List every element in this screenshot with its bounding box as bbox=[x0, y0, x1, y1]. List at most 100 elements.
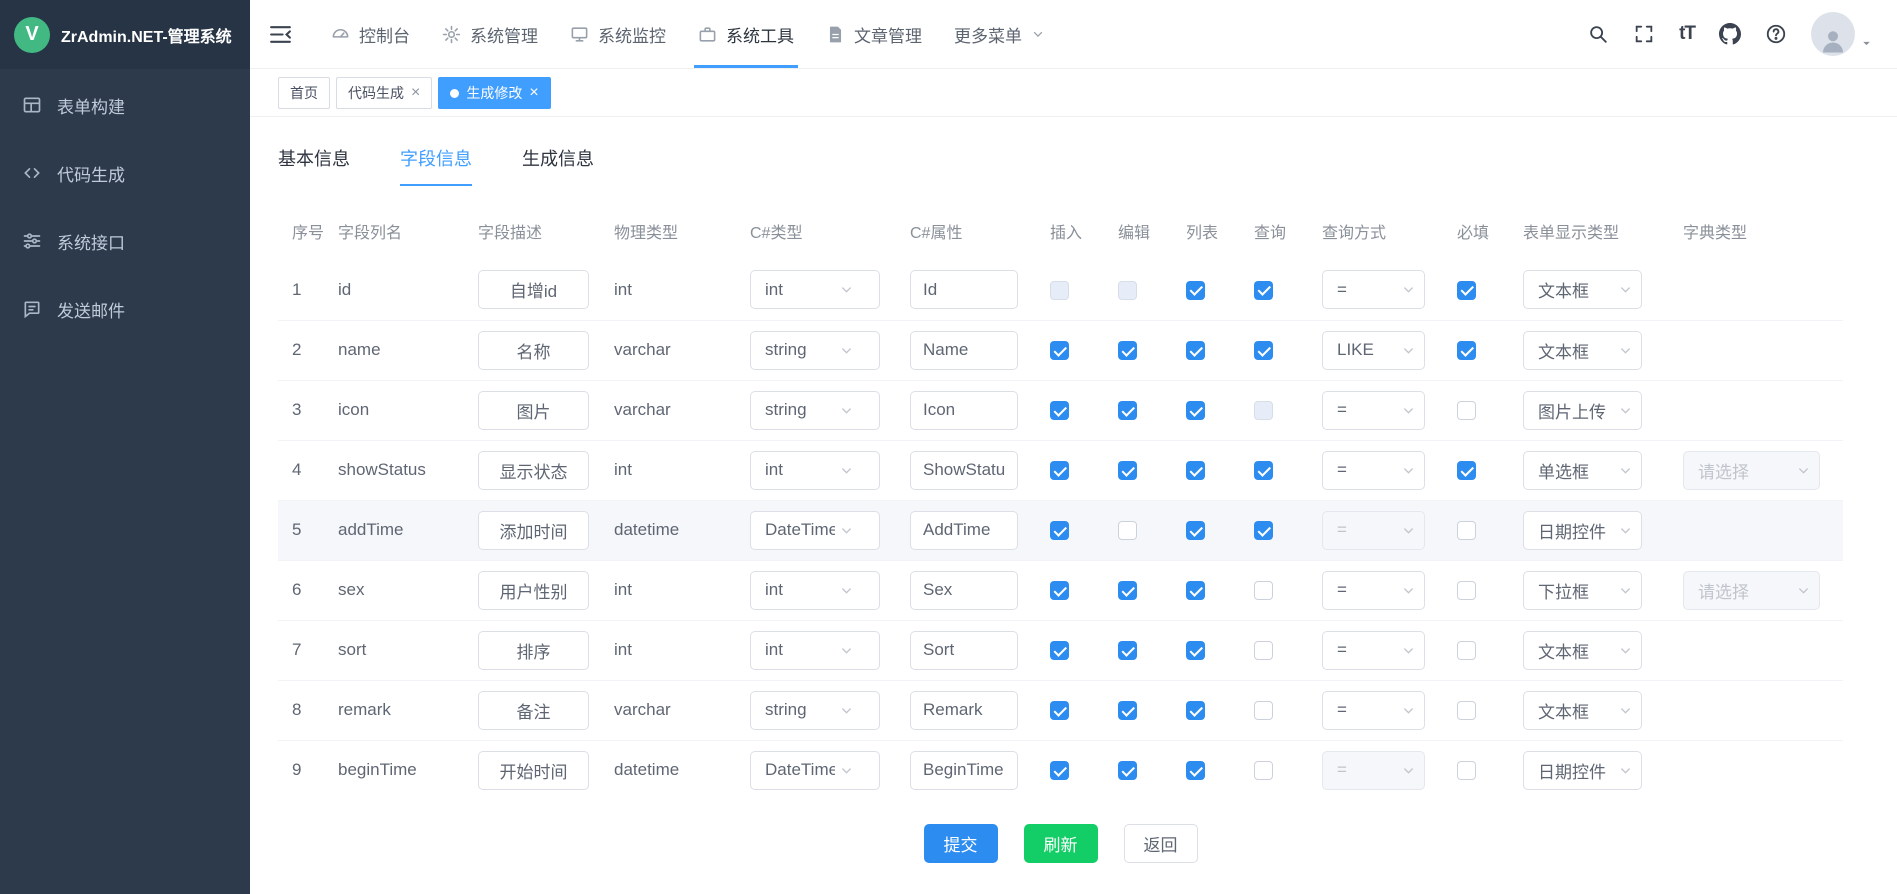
required-checkbox[interactable] bbox=[1457, 461, 1476, 480]
tab-generate-info[interactable]: 生成信息 bbox=[522, 145, 594, 186]
csharp-property-input[interactable] bbox=[910, 331, 1018, 370]
csharp-type-select[interactable]: int bbox=[750, 571, 880, 610]
column-description-input[interactable] bbox=[478, 571, 589, 610]
required-checkbox[interactable] bbox=[1457, 641, 1476, 660]
list-checkbox[interactable] bbox=[1186, 401, 1205, 420]
column-description-input[interactable] bbox=[478, 751, 589, 790]
sidebar-item-system-api[interactable]: 系统接口 bbox=[0, 207, 250, 275]
csharp-property-input[interactable] bbox=[910, 391, 1018, 430]
insert-checkbox[interactable] bbox=[1050, 341, 1069, 360]
list-checkbox[interactable] bbox=[1186, 701, 1205, 720]
query-method-select[interactable]: = bbox=[1322, 270, 1425, 309]
csharp-type-select[interactable]: string bbox=[750, 391, 880, 430]
csharp-property-input[interactable] bbox=[910, 691, 1018, 730]
edit-checkbox[interactable] bbox=[1118, 401, 1137, 420]
topnav-item-system-tools[interactable]: 系统工具 bbox=[682, 0, 810, 68]
required-checkbox[interactable] bbox=[1457, 401, 1476, 420]
query-checkbox[interactable] bbox=[1254, 641, 1273, 660]
edit-checkbox[interactable] bbox=[1118, 761, 1137, 780]
topnav-item-system-monitor[interactable]: 系统监控 bbox=[554, 0, 682, 68]
display-type-select[interactable]: 单选框 bbox=[1523, 451, 1642, 490]
csharp-type-select[interactable]: string bbox=[750, 331, 880, 370]
query-checkbox[interactable] bbox=[1254, 341, 1273, 360]
insert-checkbox[interactable] bbox=[1050, 401, 1069, 420]
query-checkbox[interactable] bbox=[1254, 701, 1273, 720]
query-method-select[interactable]: LIKE bbox=[1322, 331, 1425, 370]
column-description-input[interactable] bbox=[478, 451, 589, 490]
edit-checkbox[interactable] bbox=[1118, 521, 1137, 540]
list-checkbox[interactable] bbox=[1186, 761, 1205, 780]
font-size-icon[interactable]: tT bbox=[1679, 23, 1695, 45]
edit-checkbox[interactable] bbox=[1118, 701, 1137, 720]
edit-checkbox[interactable] bbox=[1118, 341, 1137, 360]
required-checkbox[interactable] bbox=[1457, 521, 1476, 540]
tab-basic-info[interactable]: 基本信息 bbox=[278, 145, 350, 186]
required-checkbox[interactable] bbox=[1457, 581, 1476, 600]
csharp-property-input[interactable] bbox=[910, 631, 1018, 670]
csharp-type-select[interactable]: DateTime bbox=[750, 751, 880, 790]
tag-code-generation[interactable]: 代码生成× bbox=[336, 77, 432, 109]
edit-checkbox[interactable] bbox=[1118, 641, 1137, 660]
fullscreen-icon[interactable] bbox=[1633, 23, 1655, 45]
topnav-item-dashboard[interactable]: 控制台 bbox=[315, 0, 426, 68]
column-description-input[interactable] bbox=[478, 691, 589, 730]
required-checkbox[interactable] bbox=[1457, 281, 1476, 300]
back-button[interactable]: 返回 bbox=[1124, 824, 1198, 863]
list-checkbox[interactable] bbox=[1186, 281, 1205, 300]
csharp-property-input[interactable] bbox=[910, 571, 1018, 610]
sidebar-item-send-mail[interactable]: 发送邮件 bbox=[0, 275, 250, 343]
csharp-property-input[interactable] bbox=[910, 511, 1018, 550]
topnav-item-more-menu[interactable]: 更多菜单 bbox=[938, 0, 1061, 68]
search-icon[interactable] bbox=[1587, 23, 1609, 45]
column-description-input[interactable] bbox=[478, 270, 589, 309]
insert-checkbox[interactable] bbox=[1050, 521, 1069, 540]
required-checkbox[interactable] bbox=[1457, 761, 1476, 780]
csharp-type-select[interactable]: int bbox=[750, 270, 880, 309]
csharp-property-input[interactable] bbox=[910, 451, 1018, 490]
tag-generation-edit[interactable]: 生成修改× bbox=[438, 77, 550, 109]
query-method-select[interactable]: = bbox=[1322, 391, 1425, 430]
query-method-select[interactable]: = bbox=[1322, 451, 1425, 490]
display-type-select[interactable]: 日期控件 bbox=[1523, 751, 1642, 790]
column-description-input[interactable] bbox=[478, 331, 589, 370]
display-type-select[interactable]: 日期控件 bbox=[1523, 511, 1642, 550]
list-checkbox[interactable] bbox=[1186, 521, 1205, 540]
github-icon[interactable] bbox=[1719, 23, 1741, 45]
csharp-type-select[interactable]: DateTime bbox=[750, 511, 880, 550]
query-method-select[interactable]: = bbox=[1322, 571, 1425, 610]
csharp-type-select[interactable]: int bbox=[750, 451, 880, 490]
display-type-select[interactable]: 文本框 bbox=[1523, 331, 1642, 370]
list-checkbox[interactable] bbox=[1186, 581, 1205, 600]
required-checkbox[interactable] bbox=[1457, 701, 1476, 720]
insert-checkbox[interactable] bbox=[1050, 581, 1069, 600]
close-tag-icon[interactable]: × bbox=[411, 85, 420, 101]
sidebar-item-code-generator[interactable]: 代码生成 bbox=[0, 139, 250, 207]
display-type-select[interactable]: 文本框 bbox=[1523, 631, 1642, 670]
close-tag-icon[interactable]: × bbox=[529, 85, 538, 101]
refresh-button[interactable]: 刷新 bbox=[1024, 824, 1098, 863]
csharp-type-select[interactable]: string bbox=[750, 691, 880, 730]
query-checkbox[interactable] bbox=[1254, 281, 1273, 300]
display-type-select[interactable]: 下拉框 bbox=[1523, 571, 1642, 610]
list-checkbox[interactable] bbox=[1186, 641, 1205, 660]
edit-checkbox[interactable] bbox=[1118, 461, 1137, 480]
query-checkbox[interactable] bbox=[1254, 761, 1273, 780]
display-type-select[interactable]: 文本框 bbox=[1523, 270, 1642, 309]
tag-home[interactable]: 首页 bbox=[278, 77, 330, 109]
csharp-type-select[interactable]: int bbox=[750, 631, 880, 670]
query-checkbox[interactable] bbox=[1254, 521, 1273, 540]
tab-field-info[interactable]: 字段信息 bbox=[400, 145, 472, 186]
display-type-select[interactable]: 图片上传 bbox=[1523, 391, 1642, 430]
csharp-property-input[interactable] bbox=[910, 270, 1018, 309]
topnav-item-system-manage[interactable]: 系统管理 bbox=[426, 0, 554, 68]
insert-checkbox[interactable] bbox=[1050, 461, 1069, 480]
edit-checkbox[interactable] bbox=[1118, 581, 1137, 600]
submit-button[interactable]: 提交 bbox=[924, 824, 998, 863]
query-checkbox[interactable] bbox=[1254, 581, 1273, 600]
topnav-item-article-manage[interactable]: 文章管理 bbox=[810, 0, 938, 68]
insert-checkbox[interactable] bbox=[1050, 761, 1069, 780]
list-checkbox[interactable] bbox=[1186, 341, 1205, 360]
column-description-input[interactable] bbox=[478, 511, 589, 550]
column-description-input[interactable] bbox=[478, 391, 589, 430]
help-icon[interactable] bbox=[1765, 23, 1787, 45]
